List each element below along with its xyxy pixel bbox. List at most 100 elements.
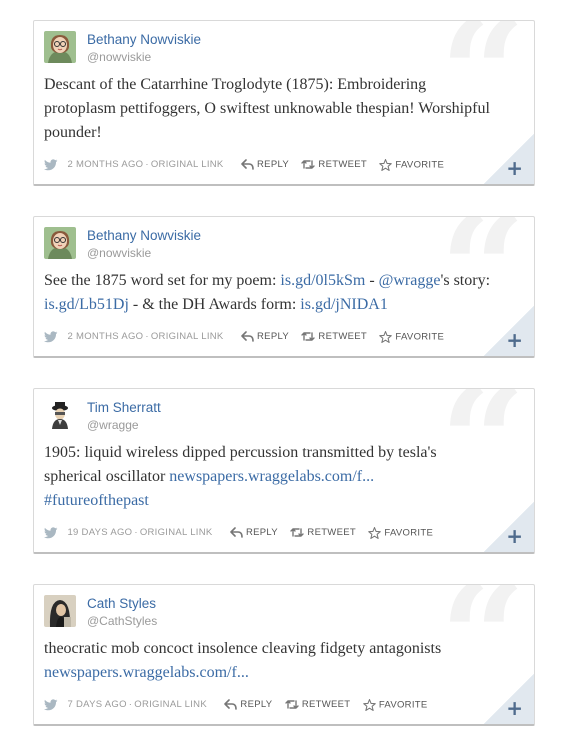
tweet-timestamp: 7 DAYS AGO bbox=[67, 699, 127, 711]
meta-separator: · bbox=[128, 699, 133, 711]
text-segment: theocratic mob concoct insolence cleavin… bbox=[44, 640, 442, 657]
tweet-meta: 2 MONTHS AGO · ORIGINAL LINK bbox=[67, 331, 223, 342]
favorite-label: FAVORITE bbox=[395, 159, 445, 171]
tweet-footer: 19 DAYS AGO · ORIGINAL LINK REPLY RETWEET … bbox=[44, 524, 441, 540]
author-name[interactable]: Tim Sherratt bbox=[87, 400, 161, 415]
twitter-bird-icon bbox=[44, 527, 58, 539]
plus-icon: + bbox=[506, 696, 523, 720]
favorite-label: FAVORITE bbox=[378, 699, 428, 711]
favorite-button[interactable]: FAVORITE bbox=[368, 526, 434, 539]
tweet-card: “ Bethany Nowviskie @nowviskie Descant o… bbox=[33, 20, 535, 186]
avatar[interactable] bbox=[44, 399, 76, 431]
retweet-icon bbox=[290, 528, 305, 537]
meta-separator: · bbox=[134, 527, 138, 539]
tweet-meta: 7 DAYS AGO · ORIGINAL LINK bbox=[67, 699, 207, 710]
plus-icon: + bbox=[506, 328, 523, 352]
author-handle: @wragge bbox=[87, 418, 139, 432]
tweet-card: “ Bethany Nowviskie @nowviskie See the 1… bbox=[33, 216, 535, 358]
tweet-text: See the 1875 word set for my poem: is.gd… bbox=[44, 269, 498, 317]
author-handle: @nowviskie bbox=[87, 50, 152, 64]
favorite-button[interactable]: FAVORITE bbox=[379, 158, 445, 171]
reply-arrow-icon bbox=[241, 159, 254, 171]
original-link[interactable]: ORIGINAL LINK bbox=[134, 699, 207, 710]
mention-link[interactable]: @wragge bbox=[379, 272, 441, 289]
reply-arrow-icon bbox=[230, 527, 243, 539]
retweet-icon bbox=[285, 700, 299, 709]
expand-tweet-button[interactable]: + bbox=[484, 502, 534, 552]
hashtag-link[interactable]: #futureofthepast bbox=[44, 492, 149, 509]
plus-icon: + bbox=[506, 524, 523, 548]
tweet-footer: 2 MONTHS AGO · ORIGINAL LINK REPLY RETWEET… bbox=[44, 328, 452, 344]
tweet-link[interactable]: is.gd/0l5kSm bbox=[280, 272, 365, 289]
favorite-label: FAVORITE bbox=[384, 527, 434, 539]
avatar[interactable] bbox=[44, 31, 76, 63]
text-segment: - bbox=[365, 272, 379, 289]
reply-arrow-icon bbox=[224, 699, 238, 711]
retweet-button[interactable]: RETWEET bbox=[285, 699, 351, 710]
twitter-bird-icon bbox=[44, 159, 58, 171]
reply-button[interactable]: REPLY bbox=[224, 699, 272, 710]
favorite-label: FAVORITE bbox=[395, 331, 445, 343]
text-segment: - & the DH Awards form: bbox=[128, 296, 301, 313]
tweet-link[interactable]: is.gd/jNIDA1 bbox=[300, 296, 388, 313]
retweet-button[interactable]: RETWEET bbox=[301, 159, 367, 170]
tweet-timestamp: 2 MONTHS AGO bbox=[67, 159, 144, 171]
retweet-label: RETWEET bbox=[301, 699, 351, 711]
reply-label: REPLY bbox=[246, 527, 278, 539]
reply-label: REPLY bbox=[257, 331, 289, 343]
tweet-card: “ Tim Sherratt @wragge 1905: liquid wire… bbox=[33, 388, 535, 554]
expand-tweet-button[interactable]: + bbox=[484, 306, 534, 356]
text-segment: See the 1875 word set for my poem: bbox=[44, 272, 281, 289]
tweet-meta: 19 DAYS AGO · ORIGINAL LINK bbox=[67, 527, 212, 538]
original-link[interactable]: ORIGINAL LINK bbox=[151, 331, 224, 342]
favorite-button[interactable]: FAVORITE bbox=[379, 330, 445, 343]
star-icon bbox=[379, 330, 393, 343]
star-icon bbox=[379, 158, 393, 171]
tweet-timestamp: 2 MONTHS AGO bbox=[67, 331, 144, 343]
retweet-button[interactable]: RETWEET bbox=[301, 331, 367, 342]
author-name[interactable]: Cath Styles bbox=[87, 596, 156, 611]
reply-label: REPLY bbox=[240, 699, 273, 711]
reply-label: REPLY bbox=[257, 159, 289, 171]
star-icon bbox=[363, 698, 376, 711]
tweet-link[interactable]: newspapers.wraggelabs.com/f... bbox=[169, 468, 374, 485]
reply-button[interactable]: REPLY bbox=[241, 331, 289, 342]
tweet-timestamp: 19 DAYS AGO bbox=[67, 527, 133, 539]
tweet-text: theocratic mob concoct insolence cleavin… bbox=[44, 637, 498, 685]
meta-separator: · bbox=[145, 331, 149, 343]
twitter-bird-icon bbox=[44, 699, 58, 711]
tweet-meta: 2 MONTHS AGO · ORIGINAL LINK bbox=[67, 159, 223, 170]
star-icon bbox=[368, 526, 382, 539]
retweet-label: RETWEET bbox=[307, 527, 356, 539]
tweet-text: Descant of the Catarrhine Troglodyte (18… bbox=[44, 76, 490, 141]
author-name[interactable]: Bethany Nowviskie bbox=[87, 32, 201, 47]
tweet-text: 1905: liquid wireless dipped percussion … bbox=[44, 441, 498, 513]
text-segment: 's story: bbox=[440, 272, 491, 289]
original-link[interactable]: ORIGINAL LINK bbox=[151, 159, 224, 170]
expand-tweet-button[interactable]: + bbox=[484, 674, 534, 724]
original-link[interactable]: ORIGINAL LINK bbox=[140, 527, 213, 538]
retweet-icon bbox=[301, 160, 316, 169]
tweet-link[interactable]: newspapers.wraggelabs.com/f... bbox=[44, 664, 249, 681]
author-name[interactable]: Bethany Nowviskie bbox=[87, 228, 201, 243]
avatar[interactable] bbox=[44, 595, 76, 627]
expand-tweet-button[interactable]: + bbox=[484, 134, 534, 184]
avatar[interactable] bbox=[44, 227, 76, 259]
reply-button[interactable]: REPLY bbox=[230, 527, 278, 538]
tweet-footer: 2 MONTHS AGO · ORIGINAL LINK REPLY RETWEET… bbox=[44, 156, 452, 172]
reply-arrow-icon bbox=[241, 331, 254, 343]
twitter-bird-icon bbox=[44, 331, 58, 343]
meta-separator: · bbox=[145, 159, 149, 171]
author-handle: @CathStyles bbox=[87, 614, 158, 628]
tweet-link[interactable]: is.gd/Lb51Dj bbox=[44, 296, 129, 313]
retweet-label: RETWEET bbox=[318, 159, 367, 171]
tweet-footer: 7 DAYS AGO · ORIGINAL LINK REPLY RETWEET F… bbox=[44, 696, 436, 712]
retweet-label: RETWEET bbox=[318, 331, 367, 343]
plus-icon: + bbox=[506, 156, 523, 180]
reply-button[interactable]: REPLY bbox=[241, 159, 289, 170]
author-handle: @nowviskie bbox=[87, 246, 152, 260]
favorite-button[interactable]: FAVORITE bbox=[363, 698, 428, 711]
tweet-card: “ Cath Styles @CathStyles theocratic mob… bbox=[33, 584, 535, 726]
retweet-button[interactable]: RETWEET bbox=[290, 527, 356, 538]
retweet-icon bbox=[301, 332, 316, 341]
